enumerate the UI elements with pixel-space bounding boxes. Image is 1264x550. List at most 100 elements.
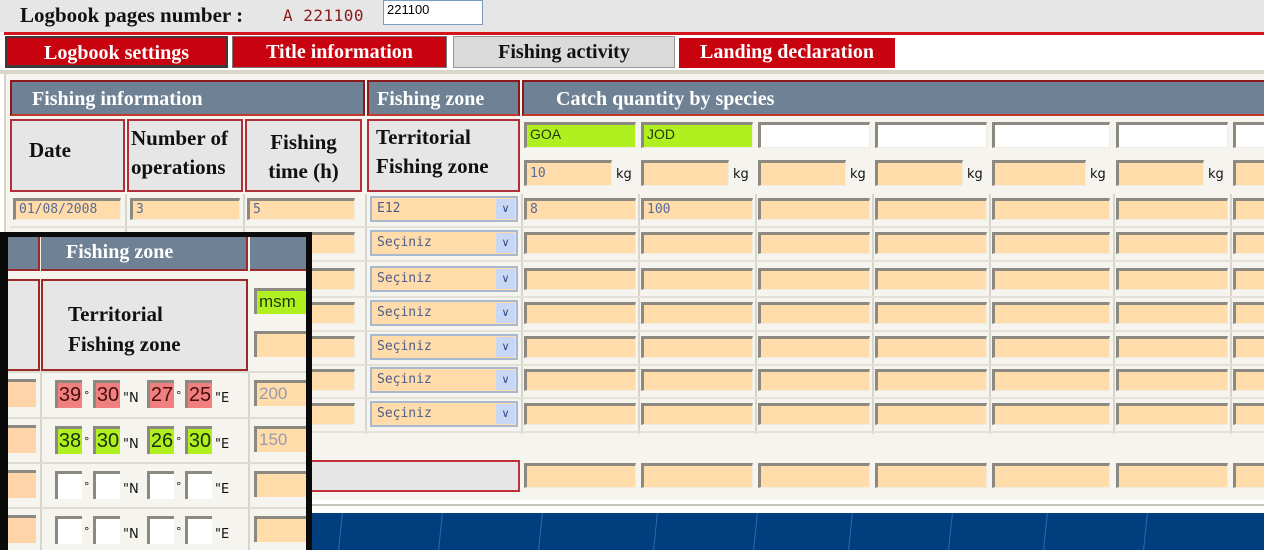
- species-code-field[interactable]: JOD: [641, 122, 753, 148]
- catch-quantity-field[interactable]: [758, 336, 870, 358]
- territorial-zone-select[interactable]: Seçiniz ∨: [370, 334, 518, 360]
- catch-quantity-field[interactable]: [992, 232, 1110, 254]
- catch-quantity-field[interactable]: [641, 302, 753, 324]
- latitude-degrees-field[interactable]: [55, 471, 82, 499]
- territorial-zone-select[interactable]: Seçiniz ∨: [370, 300, 518, 326]
- inset-quantity-field[interactable]: [254, 516, 306, 542]
- latitude-degrees-field[interactable]: [55, 516, 82, 544]
- catch-quantity-field[interactable]: [524, 403, 636, 425]
- catch-quantity-field[interactable]: [1116, 403, 1228, 425]
- catch-quantity-field[interactable]: [758, 198, 870, 220]
- inset-left-field[interactable]: [8, 515, 36, 543]
- chevron-down-icon[interactable]: ∨: [496, 303, 515, 323]
- catch-quantity-field[interactable]: [875, 232, 987, 254]
- tab-landing-declaration[interactable]: Landing declaration: [679, 38, 895, 68]
- longitude-degrees-field[interactable]: 26: [147, 426, 174, 454]
- longitude-minutes-field[interactable]: [185, 471, 212, 499]
- catch-total-field[interactable]: [524, 463, 636, 488]
- species-code-field[interactable]: [1116, 122, 1228, 148]
- catch-quantity-field[interactable]: [524, 369, 636, 391]
- inset-species-code-field[interactable]: msm: [254, 288, 306, 314]
- chevron-down-icon[interactable]: ∨: [496, 337, 515, 357]
- catch-quantity-field[interactable]: [1233, 232, 1264, 254]
- catch-quantity-field[interactable]: [992, 369, 1110, 391]
- species-code-field[interactable]: [758, 122, 870, 148]
- chevron-down-icon[interactable]: ∨: [496, 199, 515, 219]
- date-field[interactable]: 01/08/2008: [13, 198, 121, 220]
- species-total-kg-field[interactable]: 10: [524, 160, 612, 186]
- catch-quantity-field[interactable]: [875, 268, 987, 290]
- catch-total-field[interactable]: [641, 463, 753, 488]
- catch-quantity-field[interactable]: [758, 268, 870, 290]
- catch-quantity-field[interactable]: [875, 198, 987, 220]
- catch-quantity-field[interactable]: [641, 232, 753, 254]
- inset-species-qty-field[interactable]: [254, 331, 306, 357]
- catch-quantity-field[interactable]: [992, 403, 1110, 425]
- catch-quantity-field[interactable]: [758, 302, 870, 324]
- inset-quantity-field[interactable]: 150: [254, 426, 306, 452]
- catch-total-field[interactable]: [1116, 463, 1228, 488]
- longitude-minutes-field[interactable]: [185, 516, 212, 544]
- catch-total-field[interactable]: [992, 463, 1110, 488]
- fishing-time-field[interactable]: 5: [247, 198, 355, 220]
- catch-quantity-field[interactable]: [524, 232, 636, 254]
- catch-quantity-field[interactable]: [1116, 336, 1228, 358]
- catch-quantity-field[interactable]: [875, 336, 987, 358]
- page-number-input[interactable]: [383, 0, 483, 25]
- catch-quantity-field[interactable]: [992, 336, 1110, 358]
- species-code-field[interactable]: [992, 122, 1110, 148]
- longitude-minutes-field[interactable]: 30: [185, 426, 212, 454]
- catch-quantity-field[interactable]: [1116, 198, 1228, 220]
- catch-quantity-field[interactable]: [1116, 369, 1228, 391]
- catch-quantity-field[interactable]: [758, 403, 870, 425]
- territorial-zone-select[interactable]: Seçiniz ∨: [370, 367, 518, 393]
- chevron-down-icon[interactable]: ∨: [496, 233, 515, 253]
- latitude-minutes-field[interactable]: 30: [93, 380, 120, 408]
- catch-quantity-field[interactable]: [875, 403, 987, 425]
- catch-quantity-field[interactable]: [1233, 198, 1264, 220]
- catch-quantity-field[interactable]: [1233, 268, 1264, 290]
- species-total-kg-field[interactable]: [641, 160, 729, 186]
- chevron-down-icon[interactable]: ∨: [496, 404, 515, 424]
- chevron-down-icon[interactable]: ∨: [496, 269, 515, 289]
- species-total-kg-field[interactable]: [875, 160, 963, 186]
- catch-total-field[interactable]: [1233, 463, 1264, 488]
- latitude-minutes-field[interactable]: 30: [93, 426, 120, 454]
- tab-logbook-settings[interactable]: Logbook settings: [5, 36, 228, 68]
- catch-quantity-field[interactable]: [758, 232, 870, 254]
- tab-title-information[interactable]: Title information: [232, 36, 447, 68]
- latitude-degrees-field[interactable]: 38: [55, 426, 82, 454]
- chevron-down-icon[interactable]: ∨: [496, 370, 515, 390]
- species-code-field[interactable]: GOA: [524, 122, 636, 148]
- inset-left-field[interactable]: [8, 379, 36, 407]
- longitude-degrees-field[interactable]: 27: [147, 380, 174, 408]
- latitude-degrees-field[interactable]: 39: [55, 380, 82, 408]
- catch-quantity-field[interactable]: [1233, 336, 1264, 358]
- longitude-minutes-field[interactable]: 25: [185, 380, 212, 408]
- tab-fishing-activity[interactable]: Fishing activity: [453, 36, 675, 68]
- inset-left-field[interactable]: [8, 470, 36, 498]
- operations-field[interactable]: 3: [130, 198, 240, 220]
- species-code-field[interactable]: [1233, 122, 1264, 148]
- longitude-degrees-field[interactable]: [147, 516, 174, 544]
- catch-quantity-field[interactable]: 8: [524, 198, 636, 220]
- latitude-minutes-field[interactable]: [93, 516, 120, 544]
- catch-quantity-field[interactable]: [1116, 302, 1228, 324]
- catch-quantity-field[interactable]: [875, 369, 987, 391]
- territorial-zone-select[interactable]: Seçiniz ∨: [370, 266, 518, 292]
- catch-quantity-field[interactable]: [992, 302, 1110, 324]
- longitude-degrees-field[interactable]: [147, 471, 174, 499]
- catch-quantity-field[interactable]: [524, 336, 636, 358]
- catch-quantity-field[interactable]: [1116, 268, 1228, 290]
- catch-quantity-field[interactable]: [1233, 403, 1264, 425]
- catch-quantity-field[interactable]: [641, 268, 753, 290]
- catch-quantity-field[interactable]: [524, 302, 636, 324]
- catch-quantity-field[interactable]: [992, 268, 1110, 290]
- catch-quantity-field[interactable]: [1233, 302, 1264, 324]
- catch-total-field[interactable]: [758, 463, 870, 488]
- species-total-kg-field[interactable]: [1233, 160, 1264, 186]
- inset-quantity-field[interactable]: 200: [254, 380, 306, 406]
- territorial-zone-select[interactable]: Seçiniz ∨: [370, 230, 518, 256]
- catch-quantity-field[interactable]: [1233, 369, 1264, 391]
- inset-quantity-field[interactable]: [254, 471, 306, 497]
